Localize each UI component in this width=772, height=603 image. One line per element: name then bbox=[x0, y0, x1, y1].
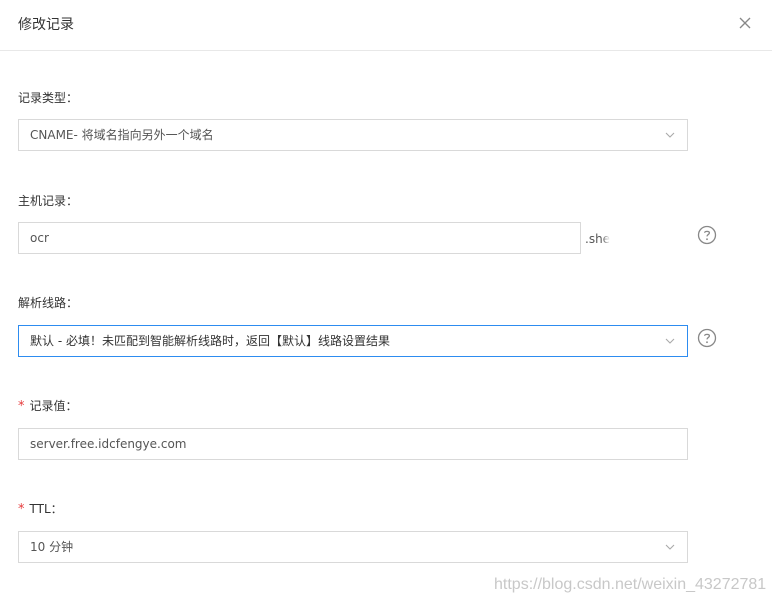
edit-record-dialog: 修改记录 记录类型： CNAME- 将域名指向另外一个域名 主机记录： ocr … bbox=[0, 0, 772, 603]
host-record-label: 主机记录： bbox=[18, 194, 79, 208]
ttl-select[interactable]: 10 分钟 bbox=[18, 531, 688, 563]
host-record-help-button[interactable] bbox=[697, 225, 717, 245]
chevron-down-icon bbox=[665, 338, 675, 344]
record-value-label: * 记录值： bbox=[18, 397, 78, 414]
record-value-label-text: 记录值： bbox=[29, 399, 78, 413]
close-icon bbox=[739, 17, 751, 29]
resolve-line-value: 默认 - 必填！未匹配到智能解析线路时，返回【默认】线路设置结果 bbox=[30, 334, 390, 348]
host-record-input[interactable]: ocr bbox=[18, 222, 581, 254]
resolve-line-label: 解析线路： bbox=[18, 296, 79, 310]
help-circle-icon bbox=[697, 225, 717, 245]
record-value-value: server.free.idcfengye.com bbox=[30, 437, 187, 451]
resolve-line-help-button[interactable] bbox=[697, 328, 717, 348]
ttl-label-text: TTL： bbox=[29, 502, 63, 516]
required-mark: * bbox=[18, 399, 25, 414]
help-circle-icon bbox=[697, 328, 717, 348]
resolve-line-select[interactable]: 默认 - 必填！未匹配到智能解析线路时，返回【默认】线路设置结果 bbox=[18, 325, 688, 357]
close-button[interactable] bbox=[736, 14, 754, 32]
chevron-down-icon bbox=[665, 544, 675, 550]
record-type-value: CNAME- 将域名指向另外一个域名 bbox=[30, 128, 214, 142]
ttl-value: 10 分钟 bbox=[30, 540, 74, 554]
watermark: https://blog.csdn.net/weixin_43272781 bbox=[494, 576, 767, 593]
host-record-value: ocr bbox=[30, 231, 49, 245]
dialog-header: 修改记录 bbox=[0, 0, 772, 51]
redacted-domain bbox=[606, 228, 684, 248]
record-type-select[interactable]: CNAME- 将域名指向另外一个域名 bbox=[18, 119, 688, 151]
chevron-down-icon bbox=[665, 132, 675, 138]
record-type-label: 记录类型： bbox=[18, 91, 79, 105]
dialog-title: 修改记录 bbox=[18, 17, 74, 33]
record-value-input[interactable]: server.free.idcfengye.com bbox=[18, 428, 688, 460]
ttl-label: * TTL： bbox=[18, 500, 63, 517]
required-mark: * bbox=[18, 502, 25, 517]
